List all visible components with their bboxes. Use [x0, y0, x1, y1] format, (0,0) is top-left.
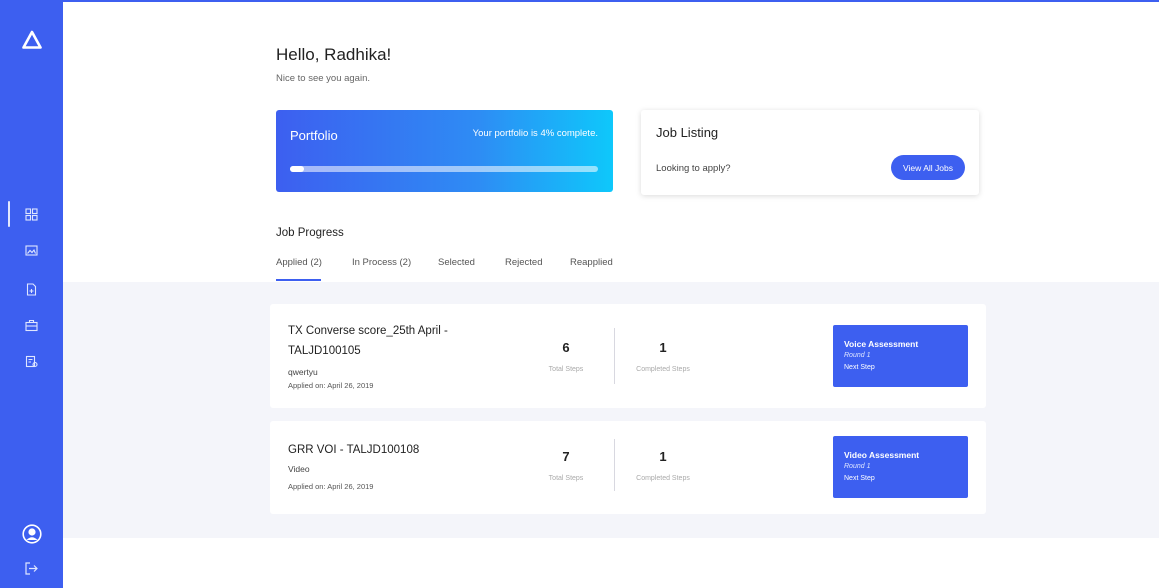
job-title-line: TALJD100105: [288, 345, 361, 357]
assessment-next-step: Next Step: [844, 475, 875, 482]
assessment-next-step: Next Step: [844, 364, 875, 371]
tab-selected[interactable]: Selected: [438, 257, 475, 268]
portfolio-image-icon[interactable]: [25, 244, 38, 257]
greeting-title: Hello, Radhika!: [276, 45, 392, 64]
job-applied-date: Applied on: April 26, 2019: [288, 482, 374, 491]
stats-divider: [614, 328, 615, 384]
tab-applied[interactable]: Applied (2): [276, 257, 322, 268]
job-title-line: GRR VOI - TALJD100108: [288, 444, 420, 456]
total-steps-label: Total Steps: [548, 366, 584, 373]
job-title: TX Converse score_25th April - TALJD1001…: [288, 321, 448, 361]
greeting-subtitle: Nice to see you again.: [276, 73, 371, 84]
video-assessment-button[interactable]: Video Assessment Round 1 Next Step: [833, 436, 968, 498]
job-card[interactable]: TX Converse score_25th April - TALJD1001…: [270, 304, 986, 408]
total-steps-value: 6: [562, 340, 570, 355]
stats-divider: [614, 439, 615, 491]
job-listing-prompt: Looking to apply?: [656, 163, 731, 174]
assessment-title: Voice Assessment: [844, 339, 919, 349]
total-steps-value: 7: [562, 449, 570, 464]
job-progress-title: Job Progress: [276, 227, 344, 239]
view-all-jobs-button[interactable]: View All Jobs: [891, 155, 965, 180]
briefcase-icon[interactable]: [25, 319, 38, 332]
top-accent-line: [63, 0, 1159, 2]
dashboard-grid-icon[interactable]: [25, 208, 38, 221]
active-tab-underline: [276, 279, 321, 281]
portfolio-status: Your portfolio is 4% complete.: [472, 128, 598, 139]
job-title-line: TX Converse score_25th April -: [288, 325, 448, 337]
completed-steps-value: 1: [659, 340, 667, 355]
assessment-round: Round 1: [844, 463, 871, 470]
user-avatar-icon[interactable]: [22, 524, 42, 544]
certificate-icon[interactable]: [25, 355, 38, 368]
job-card[interactable]: GRR VOI - TALJD100108 Video Applied on: …: [270, 421, 986, 514]
total-steps-label: Total Steps: [548, 475, 584, 482]
tab-reapplied[interactable]: Reapplied: [570, 257, 613, 268]
portfolio-progress-bar: [290, 166, 598, 172]
completed-steps-value: 1: [659, 449, 667, 464]
completed-steps-label: Completed Steps: [636, 366, 690, 373]
portfolio-progress-fill: [290, 166, 304, 172]
assessment-title: Video Assessment: [844, 450, 920, 460]
job-subtitle: Video: [288, 464, 310, 474]
voice-assessment-button[interactable]: Voice Assessment Round 1 Next Step: [833, 325, 968, 387]
portfolio-card[interactable]: Portfolio Your portfolio is 4% complete.: [276, 110, 613, 192]
job-subtitle: qwertyu: [288, 367, 318, 377]
document-icon[interactable]: [25, 283, 38, 296]
tab-rejected[interactable]: Rejected: [505, 257, 543, 268]
nav-active-indicator: [8, 201, 10, 227]
portfolio-title: Portfolio: [290, 128, 338, 143]
sidebar: [0, 0, 63, 588]
job-listing-title: Job Listing: [656, 125, 719, 140]
job-listing-card: Job Listing Looking to apply? View All J…: [641, 110, 979, 195]
completed-steps-label: Completed Steps: [636, 475, 690, 482]
job-applied-date: Applied on: April 26, 2019: [288, 381, 374, 390]
assessment-round: Round 1: [844, 352, 871, 359]
triangle-logo-icon[interactable]: [22, 30, 42, 50]
job-title: GRR VOI - TALJD100108: [288, 440, 419, 460]
logout-icon[interactable]: [24, 561, 39, 576]
tab-in-process[interactable]: In Process (2): [352, 257, 411, 268]
